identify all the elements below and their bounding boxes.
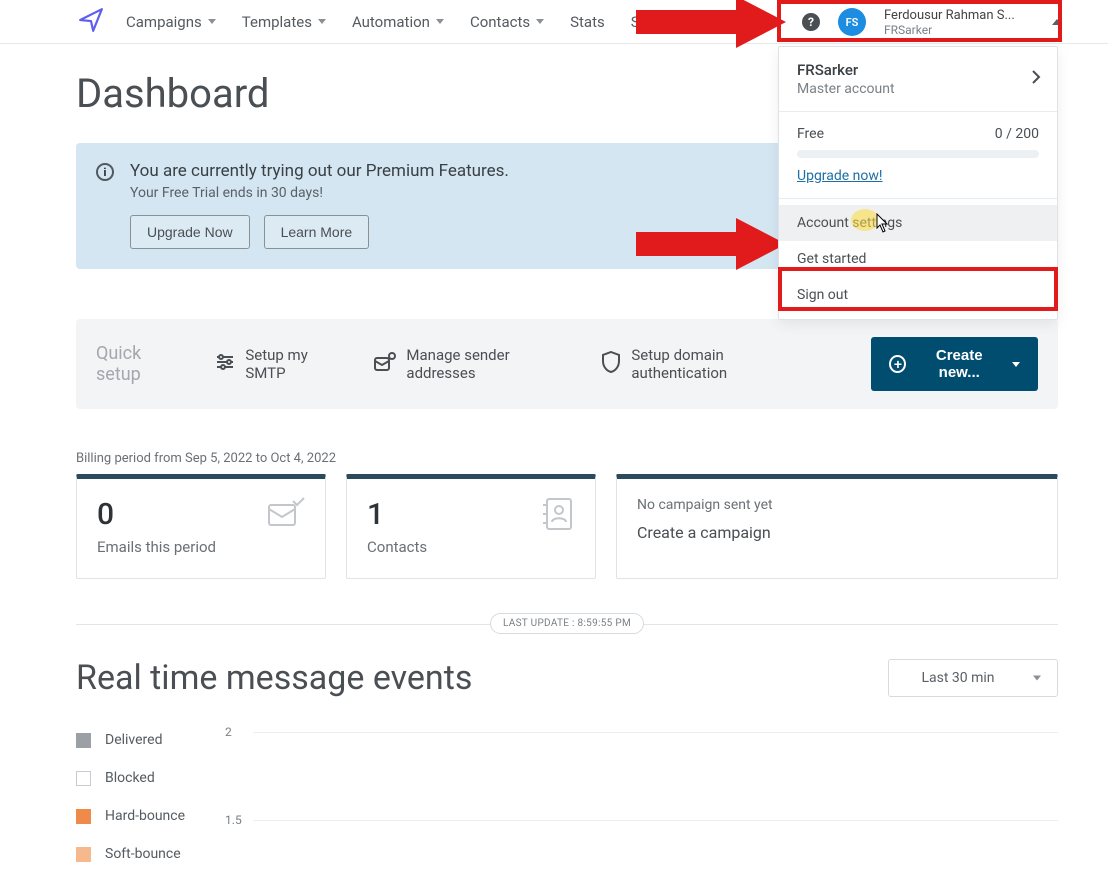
dropdown-account-name: FRSarker <box>797 61 1039 79</box>
nav-stats[interactable]: Stats <box>570 13 605 31</box>
campaign-status-text: No campaign sent yet <box>637 497 1037 513</box>
envelope-check-icon <box>267 497 305 533</box>
address-book-icon <box>541 497 575 535</box>
realtime-chart: 2 1.5 <box>225 726 1058 896</box>
chevron-up-icon <box>1052 19 1062 25</box>
help-icon[interactable]: ? <box>802 13 820 31</box>
stat-cards: 0 Emails this period 1 Contacts No campa… <box>76 474 1058 579</box>
legend-label: Blocked <box>105 770 155 786</box>
nav-label: Stats <box>570 13 605 31</box>
chevron-right-icon <box>1031 69 1041 89</box>
info-icon: i <box>96 163 114 181</box>
emails-card: 0 Emails this period <box>76 474 326 579</box>
chart-gridline <box>253 820 1058 821</box>
swatch-icon <box>76 809 91 824</box>
chevron-down-icon <box>1012 362 1020 367</box>
emails-label: Emails this period <box>97 538 305 556</box>
menu-sign-out[interactable]: Sign out <box>779 277 1057 313</box>
menu-account-settings[interactable]: Account settings <box>779 205 1057 241</box>
nav-automation[interactable]: Automation <box>352 13 444 31</box>
y-axis-tick: 2 <box>225 725 232 739</box>
user-dropdown: FRSarker Master account Free 0 / 200 Upg… <box>778 46 1058 320</box>
create-new-label: Create new... <box>916 347 1002 381</box>
time-range-select[interactable]: Last 30 min <box>888 659 1058 697</box>
last-update-pill: LAST UPDATE : 8:59:55 PM <box>490 613 644 634</box>
banner-title: You are currently trying out our Premium… <box>130 161 509 181</box>
avatar[interactable]: FS <box>838 8 866 36</box>
nav-campaigns[interactable]: Campaigns <box>126 13 216 31</box>
chevron-down-icon <box>318 19 326 24</box>
user-menu-trigger[interactable]: Ferdousur Rahman S... FRSarker <box>884 8 1034 37</box>
dropdown-account-row[interactable]: FRSarker Master account <box>779 47 1057 112</box>
setup-domain-link[interactable]: Setup domain authentication <box>601 346 811 382</box>
nav-label: Templates <box>242 13 312 31</box>
chevron-down-icon <box>208 19 216 24</box>
top-nav: Campaigns Templates Automation Contacts … <box>0 0 1108 44</box>
swatch-icon <box>76 847 91 862</box>
quick-setup-bar: Quick setup Setup my SMTP Manage sender … <box>76 319 1058 409</box>
menu-item-label: Get started <box>797 251 866 267</box>
nav-label: Automation <box>352 13 430 31</box>
chart-legend: Delivered Blocked Hard-bounce Soft-bounc… <box>76 726 185 896</box>
plan-usage: 0 / 200 <box>995 126 1039 142</box>
qs-item-label: Setup my SMTP <box>245 346 344 382</box>
plus-circle-icon: + <box>889 355 906 373</box>
chevron-down-icon <box>436 19 444 24</box>
menu-item-label: Account settings <box>797 215 902 231</box>
nav-templates[interactable]: Templates <box>242 13 326 31</box>
create-campaign-link[interactable]: Create a campaign <box>637 523 1037 542</box>
manage-sender-link[interactable]: Manage sender addresses <box>374 346 571 382</box>
nav-label: Campaigns <box>126 13 202 31</box>
qs-item-label: Manage sender addresses <box>406 346 571 382</box>
legend-delivered[interactable]: Delivered <box>76 732 185 748</box>
chevron-down-icon <box>1033 676 1041 681</box>
chevron-down-icon <box>536 19 544 24</box>
create-new-button[interactable]: + Create new... <box>871 337 1038 391</box>
plan-label: Free <box>797 126 824 142</box>
plan-usage-bar <box>797 150 1039 158</box>
upgrade-now-button[interactable]: Upgrade Now <box>130 215 250 249</box>
brand-logo-icon[interactable] <box>78 7 104 37</box>
upgrade-now-link[interactable]: Upgrade now! <box>797 168 883 184</box>
time-range-value: Last 30 min <box>921 670 994 686</box>
setup-smtp-link[interactable]: Setup my SMTP <box>215 346 344 382</box>
mailbox-icon <box>374 352 396 376</box>
menu-get-started[interactable]: Get started <box>779 241 1057 277</box>
realtime-title: Real time message events <box>76 658 472 698</box>
nav-label: Contacts <box>470 13 530 31</box>
user-display-name: Ferdousur Rahman S... <box>884 8 1034 23</box>
legend-soft-bounce[interactable]: Soft-bounce <box>76 846 185 862</box>
learn-more-button[interactable]: Learn More <box>264 215 370 249</box>
billing-period-text: Billing period from Sep 5, 2022 to Oct 4… <box>76 451 1058 466</box>
campaign-card: No campaign sent yet Create a campaign <box>616 474 1058 579</box>
dropdown-account-type: Master account <box>797 81 1039 97</box>
qs-item-label: Setup domain authentication <box>631 346 811 382</box>
shield-icon <box>601 351 621 377</box>
menu-item-label: Sign out <box>797 287 848 303</box>
legend-hard-bounce[interactable]: Hard-bounce <box>76 808 185 824</box>
nav-label: SMS <box>631 13 662 31</box>
legend-label: Delivered <box>105 732 162 748</box>
sliders-icon <box>215 353 235 375</box>
y-axis-tick: 1.5 <box>225 813 242 827</box>
dropdown-plan-section: Free 0 / 200 Upgrade now! <box>779 112 1057 199</box>
legend-label: Soft-bounce <box>105 846 181 862</box>
contacts-card: 1 Contacts <box>346 474 596 579</box>
quick-setup-label: Quick setup <box>96 343 185 385</box>
swatch-icon <box>76 771 91 786</box>
banner-subtitle: Your Free Trial ends in 30 days! <box>130 185 509 201</box>
nav-sms[interactable]: SMS <box>631 13 662 31</box>
user-subtitle: FRSarker <box>884 23 1034 37</box>
legend-label: Hard-bounce <box>105 808 185 824</box>
legend-blocked[interactable]: Blocked <box>76 770 185 786</box>
nav-contacts[interactable]: Contacts <box>470 13 544 31</box>
contacts-label: Contacts <box>367 538 575 556</box>
swatch-icon <box>76 733 91 748</box>
chart-gridline <box>253 732 1058 733</box>
